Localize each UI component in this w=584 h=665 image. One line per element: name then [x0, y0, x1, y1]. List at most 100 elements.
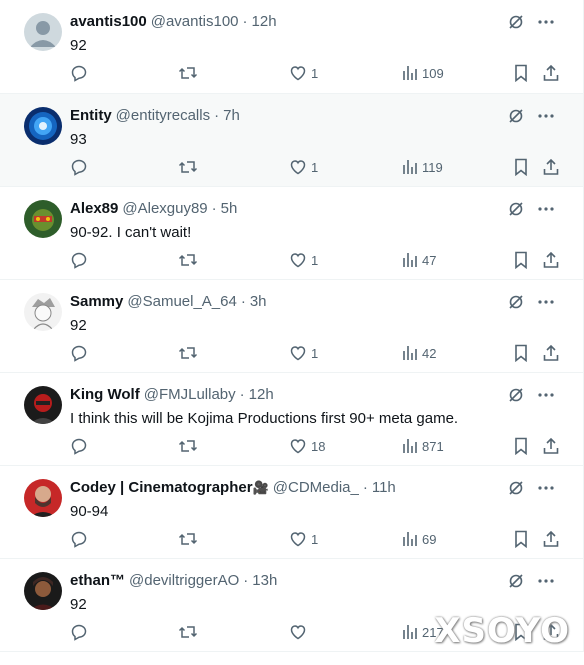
- timestamp[interactable]: 11h: [372, 479, 396, 496]
- reply-icon: [70, 251, 88, 269]
- views-button[interactable]: 109: [402, 62, 444, 84]
- grok-icon[interactable]: [507, 293, 525, 311]
- display-name[interactable]: ethan™: [70, 572, 125, 589]
- like-button[interactable]: 1: [289, 62, 318, 84]
- tweet-header: avantis100 @avantis100 · 12h: [70, 13, 513, 31]
- grok-icon[interactable]: [507, 13, 525, 31]
- avatar[interactable]: [24, 572, 62, 610]
- user-handle[interactable]: @FMJLullaby: [144, 386, 236, 403]
- reply-button[interactable]: [70, 342, 88, 364]
- like-button[interactable]: 18: [289, 435, 325, 457]
- more-icon[interactable]: [537, 479, 555, 497]
- bookmark-button[interactable]: [513, 249, 529, 271]
- bookmark-button[interactable]: [513, 528, 529, 550]
- tweet[interactable]: Sammy @Samuel_A_64 · 3h 92 1 42: [0, 280, 584, 373]
- user-handle[interactable]: @CDMedia_: [273, 479, 359, 496]
- share-button[interactable]: [542, 156, 560, 178]
- reply-button[interactable]: [70, 249, 88, 271]
- reply-button[interactable]: [70, 62, 88, 84]
- user-handle[interactable]: @entityrecalls: [116, 107, 210, 124]
- tweet-actions: 1 42: [70, 342, 560, 364]
- tweet[interactable]: avantis100 @avantis100 · 12h 92 1 109: [0, 0, 584, 94]
- like-button[interactable]: 1: [289, 156, 318, 178]
- tweet[interactable]: Alex89 @Alexguy89 · 5h 90-92. I can't wait!…: [0, 187, 584, 280]
- bookmark-button[interactable]: [513, 62, 529, 84]
- share-button[interactable]: [542, 528, 560, 550]
- display-name[interactable]: Codey | Cinematographer: [70, 479, 253, 496]
- tweet-text: 90-92. I can't wait!: [70, 224, 192, 241]
- grok-icon[interactable]: [507, 479, 525, 497]
- avatar[interactable]: [24, 386, 62, 424]
- retweet-button[interactable]: [178, 156, 198, 178]
- views-count: 109: [422, 65, 444, 81]
- display-name[interactable]: Alex89: [70, 200, 118, 217]
- timestamp[interactable]: 7h: [223, 107, 240, 124]
- reply-icon: [70, 437, 88, 455]
- views-button[interactable]: 42: [402, 342, 436, 364]
- user-handle[interactable]: @deviltriggerAO: [129, 572, 239, 589]
- more-icon[interactable]: [537, 107, 555, 125]
- more-icon[interactable]: [537, 293, 555, 311]
- retweet-button[interactable]: [178, 435, 198, 457]
- avatar[interactable]: [24, 479, 62, 517]
- more-icon[interactable]: [537, 386, 555, 404]
- tweet[interactable]: Entity @entityrecalls · 7h 93 1 119: [0, 94, 584, 187]
- tweet-actions: 1 69: [70, 528, 560, 550]
- avatar[interactable]: [24, 200, 62, 238]
- grok-icon[interactable]: [507, 200, 525, 218]
- display-name[interactable]: King Wolf: [70, 386, 140, 403]
- timestamp[interactable]: 5h: [221, 200, 238, 217]
- timestamp[interactable]: 3h: [250, 293, 267, 310]
- bookmark-button[interactable]: [513, 156, 529, 178]
- user-handle[interactable]: @avantis100: [151, 13, 239, 30]
- timestamp[interactable]: 12h: [249, 386, 274, 403]
- timestamp[interactable]: 12h: [252, 13, 277, 30]
- user-handle[interactable]: @Alexguy89: [122, 200, 207, 217]
- views-button[interactable]: 47: [402, 249, 436, 271]
- retweet-button[interactable]: [178, 621, 198, 643]
- views-icon: [402, 624, 418, 640]
- views-button[interactable]: 69: [402, 528, 436, 550]
- reply-button[interactable]: [70, 621, 88, 643]
- separator-dot: ·: [214, 107, 220, 124]
- views-button[interactable]: 119: [402, 156, 443, 178]
- share-button[interactable]: [542, 249, 560, 271]
- share-button[interactable]: [542, 62, 560, 84]
- entity-avatar-icon: [24, 107, 62, 145]
- views-button[interactable]: 871: [402, 435, 444, 457]
- more-icon[interactable]: [537, 572, 555, 590]
- display-name[interactable]: Sammy: [70, 293, 123, 310]
- timestamp[interactable]: 13h: [252, 572, 277, 589]
- user-handle[interactable]: @Samuel_A_64: [127, 293, 236, 310]
- bookmark-button[interactable]: [513, 342, 529, 364]
- tweet[interactable]: Codey | Cinematographer🎥 @CDMedia_ · 11h 90…: [0, 466, 584, 559]
- like-button[interactable]: 1: [289, 249, 318, 271]
- avatar[interactable]: [24, 293, 62, 331]
- like-button[interactable]: 1: [289, 528, 318, 550]
- more-icon[interactable]: [537, 13, 555, 31]
- retweet-button[interactable]: [178, 528, 198, 550]
- retweet-button[interactable]: [178, 249, 198, 271]
- separator-dot: ·: [211, 200, 217, 217]
- reply-button[interactable]: [70, 435, 88, 457]
- share-button[interactable]: [542, 435, 560, 457]
- like-count: 1: [311, 531, 319, 547]
- grok-icon[interactable]: [507, 107, 525, 125]
- avatar[interactable]: [24, 107, 62, 145]
- display-name[interactable]: Entity: [70, 107, 112, 124]
- bookmark-button[interactable]: [513, 435, 529, 457]
- bookmark-icon: [513, 158, 529, 176]
- grok-icon[interactable]: [507, 386, 525, 404]
- reply-button[interactable]: [70, 156, 88, 178]
- more-icon[interactable]: [537, 200, 555, 218]
- share-button[interactable]: [542, 342, 560, 364]
- tweet[interactable]: King Wolf @FMJLullaby · 12h I think this wi…: [0, 373, 584, 466]
- grok-icon[interactable]: [507, 572, 525, 590]
- retweet-button[interactable]: [178, 342, 198, 364]
- like-button[interactable]: 1: [289, 342, 318, 364]
- reply-button[interactable]: [70, 528, 88, 550]
- display-name[interactable]: avantis100: [70, 13, 147, 30]
- avatar[interactable]: [24, 13, 62, 51]
- retweet-button[interactable]: [178, 62, 198, 84]
- like-button[interactable]: [289, 621, 311, 643]
